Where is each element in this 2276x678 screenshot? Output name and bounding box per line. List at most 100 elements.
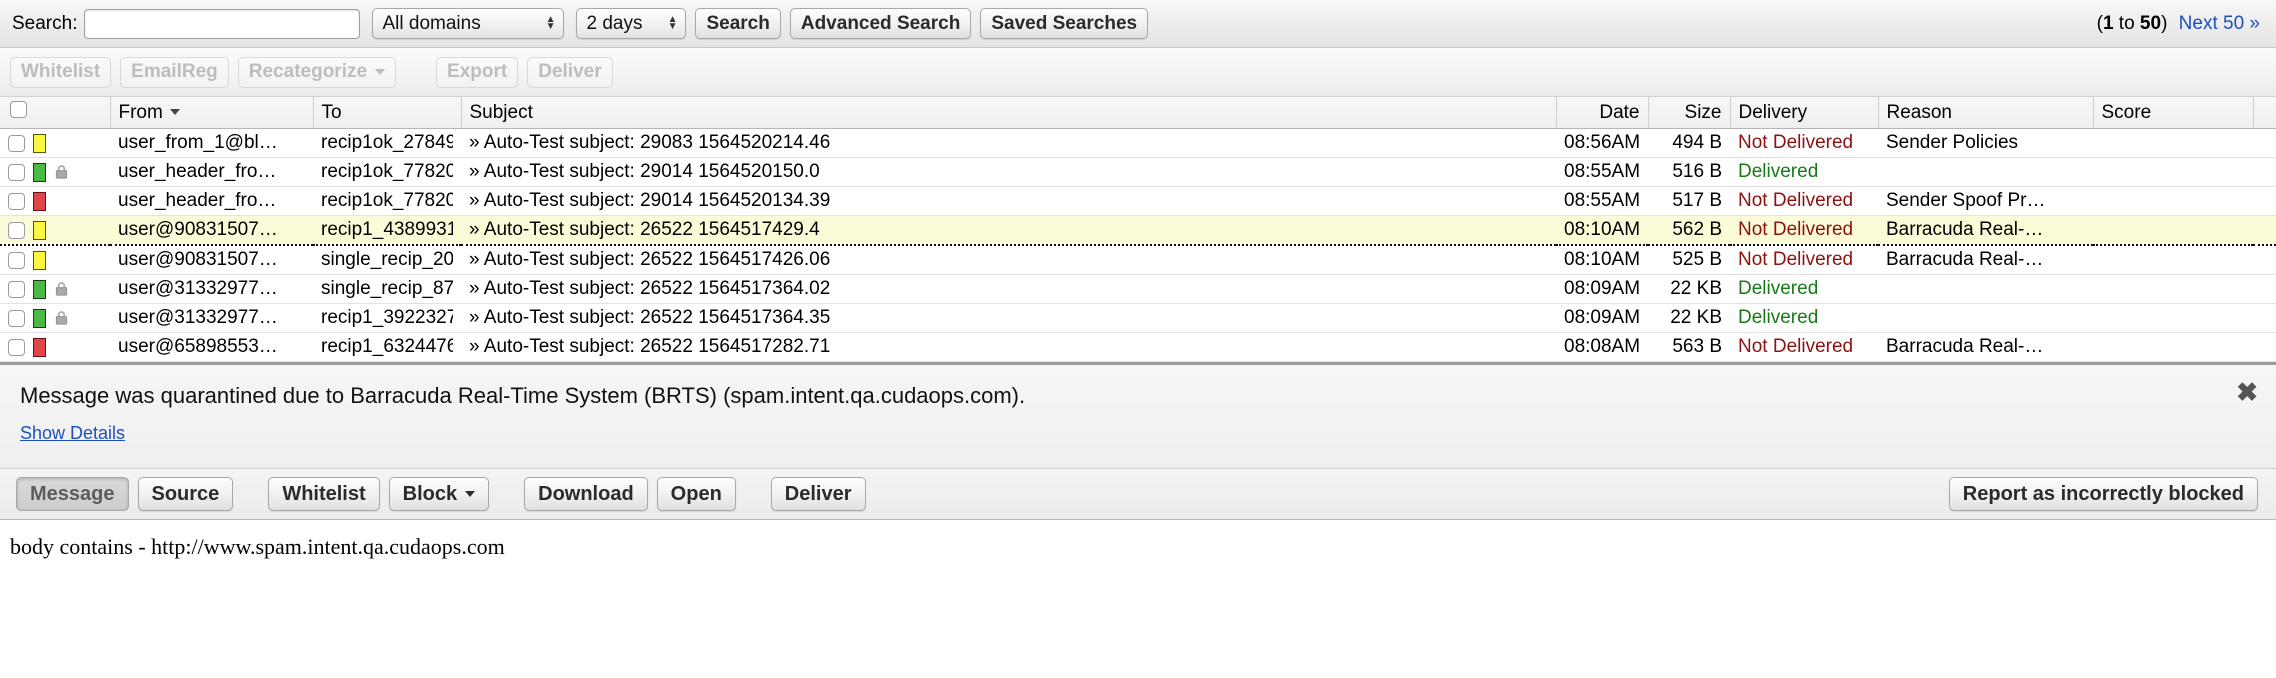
table-row[interactable]: user@90831507…recip1_4389931…» Auto-Test… (0, 215, 2276, 246)
status-flag-red-icon (33, 337, 46, 357)
open-button[interactable]: Open (656, 477, 736, 511)
cell-score (2093, 303, 2253, 333)
whitelist-button[interactable]: Whitelist (10, 56, 112, 88)
search-button[interactable]: Search (695, 8, 781, 39)
cell-size: 494 B (1648, 128, 1730, 158)
table-row[interactable]: user_from_1@bl…recip1ok_27849…» Auto-Tes… (0, 128, 2276, 158)
cell-delivery: Delivered (1730, 303, 1878, 333)
close-icon[interactable]: ✖ (2236, 379, 2258, 405)
emailreg-button[interactable]: EmailReg (120, 56, 229, 88)
row-select-cell[interactable] (0, 157, 110, 187)
cell-subject[interactable]: » Auto-Test subject: 26522 1564517426.06 (461, 245, 1556, 275)
row-select-cell[interactable] (0, 274, 110, 304)
row-checkbox[interactable] (8, 134, 25, 152)
action-toolbar: Whitelist EmailReg Recategorize Export D… (0, 48, 2276, 97)
row-select-cell[interactable] (0, 128, 110, 158)
cell-size: 516 B (1648, 157, 1730, 187)
cell-from: user_header_fro… (110, 157, 313, 187)
column-header-subject[interactable]: Subject (461, 97, 1557, 129)
cell-reason: Sender Policies (1878, 128, 2093, 158)
row-select-cell[interactable] (0, 215, 110, 246)
message-table-header: From To Subject Date Size Delivery Reaso… (0, 97, 2276, 129)
cell-score (2093, 274, 2253, 304)
cell-subject[interactable]: » Auto-Test subject: 29083 1564520214.46 (461, 128, 1556, 158)
row-checkbox[interactable] (8, 280, 25, 298)
chevron-down-icon (465, 491, 476, 497)
table-row[interactable]: user@31332977…recip1_3922327…» Auto-Test… (0, 303, 2276, 333)
row-select-cell[interactable] (0, 245, 110, 275)
message-table: From To Subject Date Size Delivery Reaso… (0, 97, 2276, 362)
timerange-select-wrapper[interactable]: 2 days ▲ ▼ (576, 8, 687, 39)
whitelist-message-button[interactable]: Whitelist (268, 477, 380, 511)
cell-score (2093, 215, 2253, 246)
cell-spacer (2253, 128, 2276, 158)
domain-select[interactable]: All domains (372, 8, 565, 39)
cell-delivery: Not Delivered (1730, 332, 1878, 362)
column-header-to[interactable]: To (313, 97, 462, 129)
tab-source[interactable]: Source (137, 477, 234, 511)
recategorize-button[interactable]: Recategorize (237, 56, 397, 88)
status-flag-yellow-icon (33, 133, 46, 153)
pagination-from: 1 (2102, 12, 2114, 34)
cell-subject[interactable]: » Auto-Test subject: 26522 1564517364.02 (461, 274, 1556, 304)
table-row[interactable]: user_header_fro…recip1ok_77820…» Auto-Te… (0, 157, 2276, 187)
next-page-link[interactable]: Next 50 » (2179, 13, 2260, 34)
report-incorrectly-blocked-button[interactable]: Report as incorrectly blocked (1948, 477, 2258, 511)
cell-size: 562 B (1648, 215, 1730, 246)
column-header-delivery[interactable]: Delivery (1730, 97, 1879, 129)
cell-delivery: Not Delivered (1730, 128, 1878, 158)
chevron-down-icon (375, 69, 386, 75)
table-row[interactable]: user_header_fro…recip1ok_77820…» Auto-Te… (0, 186, 2276, 216)
cell-reason: Barracuda Real-… (1878, 332, 2093, 362)
cell-subject[interactable]: » Auto-Test subject: 26522 1564517364.35 (461, 303, 1556, 333)
row-checkbox[interactable] (8, 221, 25, 239)
chevron-updown-icon: ▲ ▼ (667, 13, 678, 32)
cell-size: 22 KB (1648, 274, 1730, 304)
column-header-reason[interactable]: Reason (1878, 97, 2094, 129)
table-row[interactable]: user@65898553…recip1_6324476…» Auto-Test… (0, 332, 2276, 362)
select-all-header[interactable] (0, 97, 111, 129)
cell-score (2093, 245, 2253, 275)
column-header-date[interactable]: Date (1556, 97, 1649, 129)
row-checkbox[interactable] (8, 163, 25, 181)
cell-date: 08:10AM (1556, 245, 1648, 275)
cell-size: 525 B (1648, 245, 1730, 275)
row-select-cell[interactable] (0, 332, 110, 362)
export-button[interactable]: Export (436, 56, 519, 88)
row-checkbox[interactable] (8, 192, 25, 210)
cell-reason: Barracuda Real-… (1878, 245, 2093, 275)
row-checkbox[interactable] (8, 251, 25, 269)
select-all-checkbox[interactable] (10, 101, 27, 118)
cell-subject[interactable]: » Auto-Test subject: 29014 1564520134.39 (461, 186, 1556, 216)
advanced-search-button[interactable]: Advanced Search (789, 8, 972, 39)
domain-select-wrapper[interactable]: All domains ▲ ▼ (372, 8, 565, 39)
download-button[interactable]: Download (524, 477, 648, 511)
cell-subject[interactable]: » Auto-Test subject: 29014 1564520150.0 (461, 157, 1556, 187)
cell-size: 563 B (1648, 332, 1730, 362)
search-input[interactable] (84, 8, 361, 39)
cell-delivery: Not Delivered (1730, 215, 1878, 246)
deliver-message-button[interactable]: Deliver (770, 477, 866, 511)
table-row[interactable]: user@90831507…single_recip_20…» Auto-Tes… (0, 245, 2276, 275)
column-header-size[interactable]: Size (1648, 97, 1731, 129)
table-row[interactable]: user@31332977…single_recip_87…» Auto-Tes… (0, 274, 2276, 304)
deliver-button[interactable]: Deliver (527, 56, 613, 88)
cell-subject[interactable]: » Auto-Test subject: 26522 1564517282.71 (461, 332, 1556, 362)
row-select-cell[interactable] (0, 186, 110, 216)
cell-date: 08:10AM (1556, 215, 1648, 246)
cell-spacer (2253, 332, 2276, 362)
show-details-link[interactable]: Show Details (20, 423, 125, 443)
status-flag-green-icon (33, 162, 46, 182)
column-header-score[interactable]: Score (2093, 97, 2254, 129)
row-checkbox[interactable] (8, 309, 25, 327)
cell-delivery: Delivered (1730, 157, 1878, 187)
row-select-cell[interactable] (0, 303, 110, 333)
cell-reason: Barracuda Real-… (1878, 215, 2093, 246)
cell-spacer (2253, 303, 2276, 333)
saved-searches-button[interactable]: Saved Searches (980, 8, 1149, 39)
cell-subject[interactable]: » Auto-Test subject: 26522 1564517429.4 (461, 215, 1556, 246)
column-header-from[interactable]: From (110, 97, 314, 129)
row-checkbox[interactable] (8, 338, 25, 356)
tab-message[interactable]: Message (16, 477, 129, 511)
block-button[interactable]: Block (388, 477, 490, 511)
